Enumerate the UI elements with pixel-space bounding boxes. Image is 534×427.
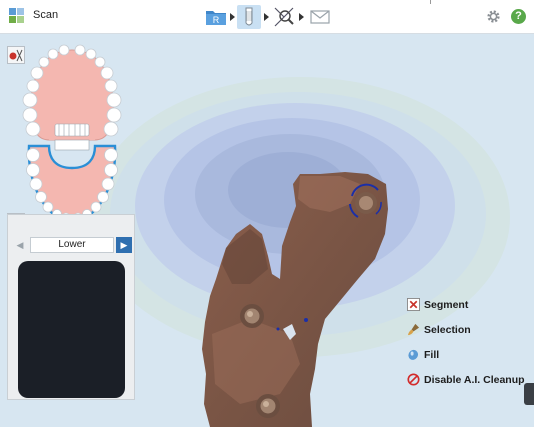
disable-icon	[407, 373, 420, 386]
previous-jaw-button[interactable]: ◀	[13, 237, 27, 253]
workflow-step-send[interactable]	[308, 5, 332, 29]
dental-arch-diagram[interactable]	[19, 42, 125, 226]
rx-step-label: R	[213, 15, 220, 25]
selection-tool-button[interactable]: Selection	[407, 322, 532, 338]
implant-marker	[240, 304, 264, 328]
workflow-arrow-icon	[230, 13, 235, 21]
scan-tooth-icon	[245, 7, 253, 26]
front-teeth	[54, 123, 90, 137]
disable-ai-cleanup-button[interactable]: Disable A.I. Cleanup	[407, 372, 532, 388]
jaw-selector-label[interactable]: Lower	[30, 237, 114, 253]
help-button[interactable]: ?	[511, 9, 526, 24]
implant-marker	[256, 394, 280, 418]
workflow-arrow-icon	[264, 13, 269, 21]
view-magnify-icon	[274, 7, 294, 27]
fill-drop-icon	[408, 349, 419, 360]
gear-icon[interactable]	[486, 9, 501, 24]
divider	[430, 0, 431, 4]
segment-label: Segment	[424, 299, 469, 311]
workflow-arrow-icon	[299, 13, 304, 21]
app-title: Scan	[33, 9, 59, 21]
workflow-step-view[interactable]	[272, 5, 296, 29]
selection-fleck	[276, 327, 280, 331]
app-logo-icon	[9, 8, 25, 24]
workflow-step-scan[interactable]	[237, 5, 261, 29]
selection-label: Selection	[424, 324, 471, 336]
side-panel-tab[interactable]	[524, 383, 534, 405]
lower-front-teeth	[54, 139, 90, 151]
send-mail-icon	[310, 10, 330, 24]
fill-tool-button[interactable]: Fill	[407, 347, 532, 363]
jaw-camera-preview	[18, 261, 125, 398]
title-bar: Scan R ?	[0, 0, 534, 34]
rx-icon: R	[206, 11, 226, 25]
selection-brush-icon	[407, 323, 420, 336]
jaw-preview-card: ◀ Lower ▶	[7, 214, 135, 400]
next-jaw-button[interactable]: ▶	[116, 237, 132, 253]
workflow-step-rx[interactable]: R	[204, 5, 228, 29]
segment-icon	[407, 298, 420, 311]
segment-tool-button[interactable]: Segment	[407, 297, 532, 313]
selection-fleck	[304, 318, 308, 322]
arch-panel: ◀ Lower ▶	[5, 42, 135, 400]
fill-label: Fill	[424, 349, 440, 361]
disable-ai-cleanup-label: Disable A.I. Cleanup	[424, 374, 525, 386]
